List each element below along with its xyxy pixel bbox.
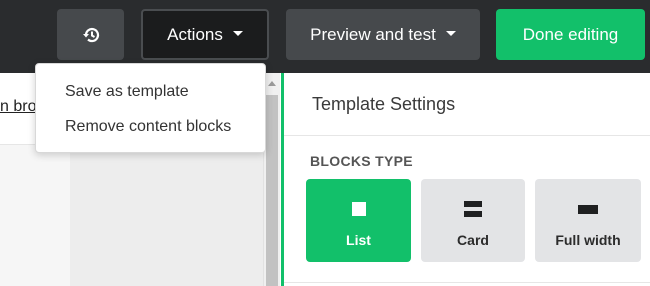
settings-title: Template Settings [312, 94, 456, 114]
actions-button-label: Actions [167, 24, 223, 44]
card-icon [464, 201, 482, 217]
blocks-type-label: BLOCKS TYPE [310, 153, 413, 169]
divider [284, 282, 650, 283]
history-button[interactable] [57, 9, 124, 60]
square-icon [351, 202, 366, 216]
done-button-label: Done editing [522, 24, 619, 44]
settings-header: Template Settings [284, 73, 650, 136]
preview-and-test-button[interactable]: Preview and test [286, 9, 480, 60]
actions-button[interactable]: Actions [141, 9, 269, 60]
blocks-type-card-option[interactable]: Card [421, 179, 525, 262]
scroll-up-arrow-icon[interactable] [268, 81, 276, 86]
menu-item-remove-content-blocks[interactable]: Remove content blocks [65, 118, 231, 136]
template-settings-panel: Template Settings BLOCKS TYPE List Card … [281, 73, 650, 286]
caret-down-icon [445, 31, 456, 36]
full-width-icon [578, 204, 598, 214]
actions-dropdown-menu: Save as template Remove content blocks [35, 63, 266, 153]
menu-item-save-as-template[interactable]: Save as template [65, 83, 189, 101]
preview-button-label: Preview and test [310, 24, 436, 44]
preview-gray-block [0, 145, 70, 286]
scrollbar-thumb[interactable] [266, 95, 278, 286]
option-label: List [346, 232, 371, 248]
blocks-type-full-width-option[interactable]: Full width [535, 179, 641, 262]
option-label: Full width [555, 232, 621, 248]
done-editing-button[interactable]: Done editing [496, 9, 645, 60]
caret-down-icon [232, 31, 243, 36]
option-label: Card [457, 232, 489, 248]
blocks-type-list-option[interactable]: List [306, 179, 411, 262]
history-icon [82, 27, 99, 42]
